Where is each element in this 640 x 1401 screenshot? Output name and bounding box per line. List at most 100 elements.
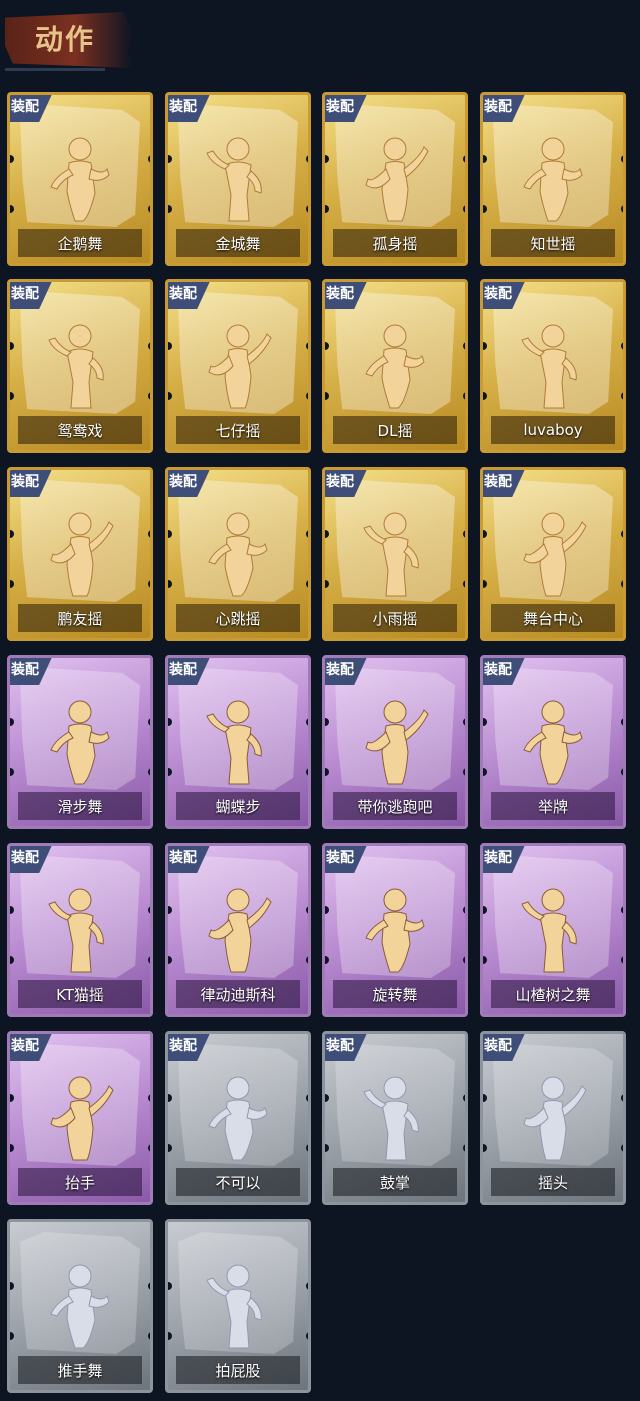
card-notch xyxy=(306,768,308,776)
emote-card[interactable]: 装配 金城舞 xyxy=(165,92,311,266)
card-notch xyxy=(483,718,487,726)
dancer-figure-icon xyxy=(365,888,425,973)
emote-card[interactable]: 装配 不可以 xyxy=(165,1031,311,1205)
card-notch xyxy=(306,342,308,350)
emote-card[interactable]: 装配 滑步舞 xyxy=(7,655,153,829)
emote-card[interactable]: 装配 知世摇 xyxy=(480,92,626,266)
card-label-bar: 蝴蝶步 xyxy=(176,792,300,820)
emote-card[interactable]: 装配 抬手 xyxy=(7,1031,153,1205)
emote-card[interactable]: 装配 小雨摇 xyxy=(322,467,468,641)
emote-name: luvaboy xyxy=(523,421,583,439)
dancer-figure-icon xyxy=(365,137,429,222)
emote-card[interactable]: 装配 舞台中心 xyxy=(480,467,626,641)
dancer-figure-icon xyxy=(208,324,272,409)
card-notch xyxy=(148,155,150,163)
emote-card[interactable]: 装配 蝴蝶步 xyxy=(165,655,311,829)
emote-card[interactable]: 装配摇头 xyxy=(480,1031,626,1205)
card-label-bar: 鼓掌 xyxy=(333,1168,457,1196)
emote-card[interactable]: 装配 举牌 xyxy=(480,655,626,829)
dancer-figure-icon xyxy=(208,888,272,973)
dancer-figure-icon xyxy=(365,700,429,785)
emote-name: 舞台中心 xyxy=(522,609,583,628)
header-divider xyxy=(5,68,105,71)
card-notch xyxy=(325,718,329,726)
card-notch xyxy=(483,530,487,538)
dancer-figure-icon xyxy=(206,1264,262,1349)
card-notch xyxy=(306,906,308,914)
dancer-figure-icon xyxy=(208,512,268,597)
card-notch xyxy=(483,956,487,964)
emote-card[interactable]: 装配 luvaboy xyxy=(480,279,626,453)
card-notch xyxy=(10,155,14,163)
emote-card[interactable]: 装配鼓掌 xyxy=(322,1031,468,1205)
emote-card[interactable]: 装配 鹏友摇 xyxy=(7,467,153,641)
emote-card[interactable]: 装配七仔摇 xyxy=(165,279,311,453)
card-notch xyxy=(10,906,14,914)
equipped-badge-label: 装配 xyxy=(484,1038,512,1054)
card-notch xyxy=(306,1282,308,1290)
card-notch xyxy=(621,530,623,538)
equipped-badge-label: 装配 xyxy=(484,99,512,115)
card-notch xyxy=(306,718,308,726)
card-notch xyxy=(621,155,623,163)
emote-card[interactable]: 装配 山楂树之舞 xyxy=(480,843,626,1017)
card-notch xyxy=(148,1282,150,1290)
emote-card[interactable]: 装配律动迪斯科 xyxy=(165,843,311,1017)
card-label-bar: DL摇 xyxy=(333,416,457,444)
equipped-badge-label: 装配 xyxy=(484,850,512,866)
card-label-bar: 舞台中心 xyxy=(491,604,615,632)
card-label-bar: 不可以 xyxy=(176,1168,300,1196)
card-notch xyxy=(621,205,623,213)
card-notch xyxy=(325,155,329,163)
card-label-bar: 摇头 xyxy=(491,1168,615,1196)
card-notch xyxy=(10,342,14,350)
equipped-badge-label: 装配 xyxy=(326,474,354,490)
card-notch xyxy=(306,956,308,964)
card-label-bar: 金城舞 xyxy=(176,229,300,257)
emote-card[interactable]: 装配 DL摇 xyxy=(322,279,468,453)
emote-card[interactable]: 装配 企鹅舞 xyxy=(7,92,153,266)
card-notch xyxy=(483,205,487,213)
card-notch xyxy=(621,580,623,588)
emote-name: 律动迪斯科 xyxy=(200,985,276,1004)
emote-card[interactable]: 拍屁股 xyxy=(165,1219,311,1393)
card-notch xyxy=(463,392,465,400)
card-notch xyxy=(168,718,172,726)
card-notch xyxy=(168,580,172,588)
card-notch xyxy=(168,1282,172,1290)
card-notch xyxy=(10,1094,14,1102)
emote-name: 心跳摇 xyxy=(215,609,261,628)
dancer-figure-icon xyxy=(48,888,104,973)
card-notch xyxy=(168,530,172,538)
emote-card[interactable]: 装配 KT猫摇 xyxy=(7,843,153,1017)
card-notch xyxy=(483,1144,487,1152)
card-notch xyxy=(325,342,329,350)
emote-name: 鼓掌 xyxy=(379,1173,410,1192)
dancer-figure-icon xyxy=(523,1076,587,1161)
emote-name: 摇头 xyxy=(537,1173,568,1192)
emote-name: DL摇 xyxy=(377,421,413,440)
card-label-bar: 鹏友摇 xyxy=(18,604,142,632)
emote-card[interactable]: 装配 旋转舞 xyxy=(322,843,468,1017)
card-notch xyxy=(463,205,465,213)
card-notch xyxy=(148,205,150,213)
emote-card[interactable]: 装配 带你逃跑吧 xyxy=(322,655,468,829)
equipped-badge-label: 装配 xyxy=(169,286,197,302)
emote-card[interactable]: 推手舞 xyxy=(7,1219,153,1393)
emote-name: 金城舞 xyxy=(215,234,261,253)
emote-name: 拍屁股 xyxy=(215,1361,261,1380)
card-notch xyxy=(168,1332,172,1340)
equipped-badge-label: 装配 xyxy=(326,1038,354,1054)
card-notch xyxy=(10,1144,14,1152)
emote-card[interactable]: 装配 鸳鸯戏 xyxy=(7,279,153,453)
emote-name: 七仔摇 xyxy=(215,421,261,440)
dancer-figure-icon xyxy=(208,1076,268,1161)
card-notch xyxy=(325,530,329,538)
card-notch xyxy=(148,768,150,776)
emote-card[interactable]: 装配 孤身摇 xyxy=(322,92,468,266)
card-label-bar: 拍屁股 xyxy=(176,1356,300,1384)
equipped-badge-label: 装配 xyxy=(326,850,354,866)
card-notch xyxy=(148,530,150,538)
emote-card[interactable]: 装配 心跳摇 xyxy=(165,467,311,641)
equipped-badge-label: 装配 xyxy=(169,850,197,866)
